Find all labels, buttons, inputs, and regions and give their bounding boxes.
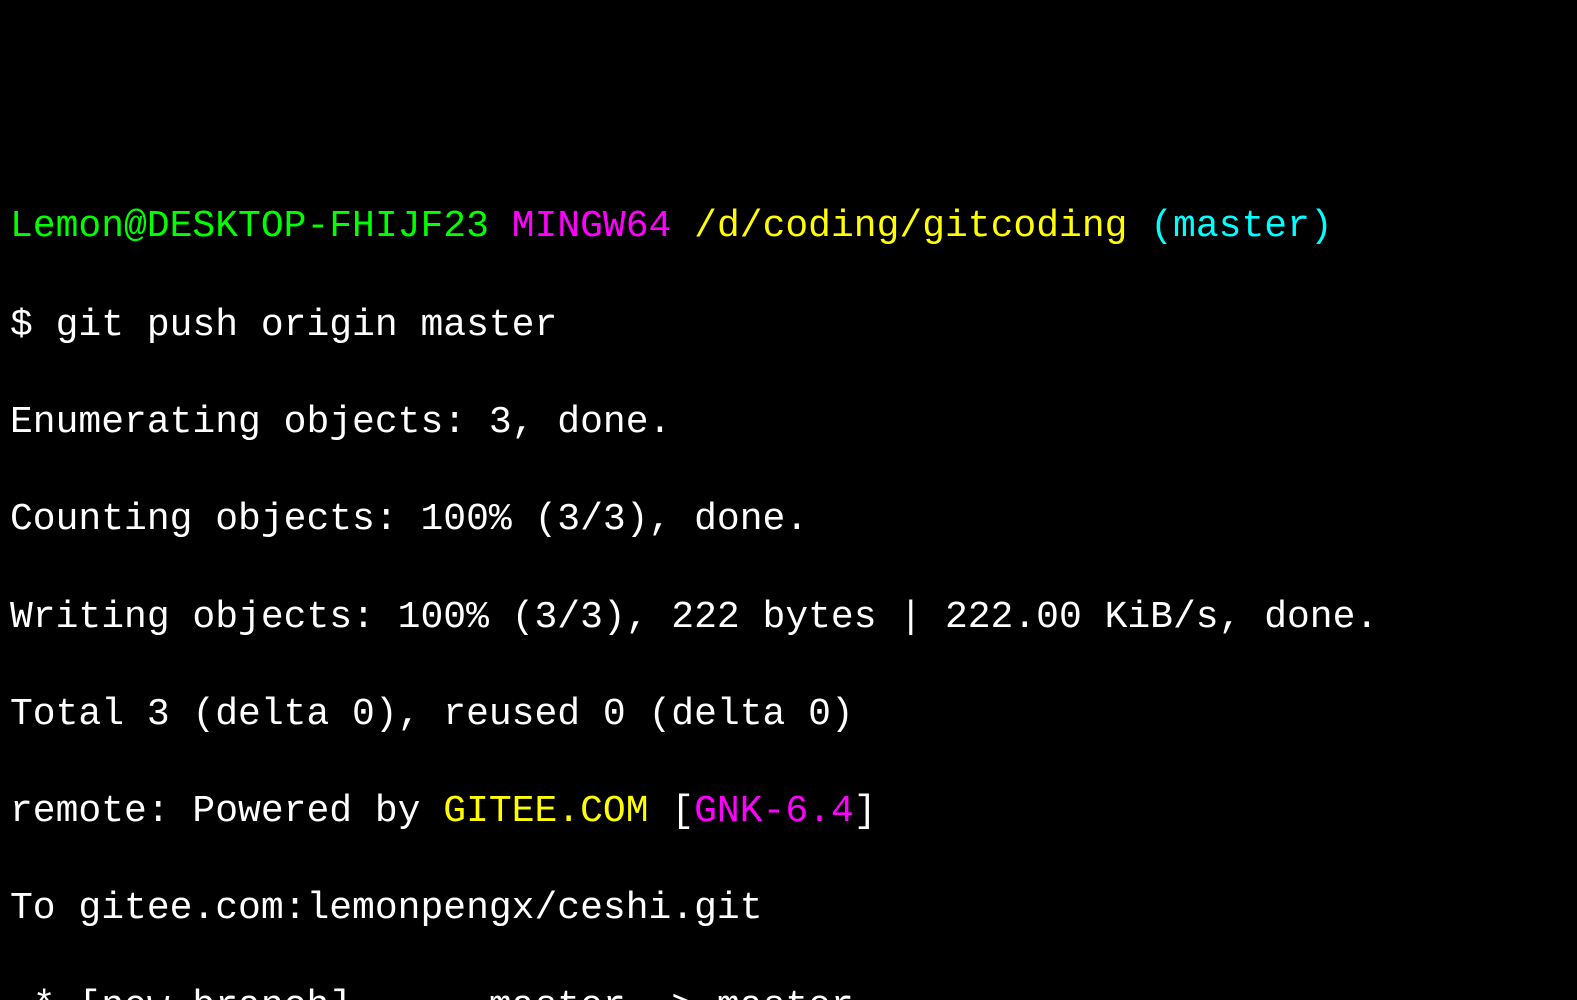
remote-prefix: remote: Powered by [10, 790, 443, 833]
output-line-remote: remote: Powered by GITEE.COM [GNK-6.4] [10, 788, 1567, 837]
command-line[interactable]: $ git push origin master [10, 302, 1567, 351]
prompt-path: /d/coding/gitcoding [694, 205, 1127, 248]
command-text: git push origin master [56, 304, 558, 347]
prompt-separator [489, 205, 512, 248]
remote-site: GITEE.COM [443, 790, 648, 833]
prompt-user-host: Lemon@DESKTOP-FHIJF23 [10, 205, 489, 248]
command-symbol: $ [10, 304, 56, 347]
prompt-separator2 [671, 205, 694, 248]
prompt-line: Lemon@DESKTOP-FHIJF23 MINGW64 /d/coding/… [10, 203, 1567, 252]
prompt-branch: (master) [1150, 205, 1332, 248]
remote-bracket-open: [ [649, 790, 695, 833]
output-line-enumerate: Enumerating objects: 3, done. [10, 399, 1567, 448]
prompt-separator3 [1127, 205, 1150, 248]
prompt-shell: MINGW64 [512, 205, 672, 248]
output-line-to: To gitee.com:lemonpengx/ceshi.git [10, 885, 1567, 934]
output-line-total: Total 3 (delta 0), reused 0 (delta 0) [10, 691, 1567, 740]
output-line-branch: * [new branch] master -> master [10, 983, 1567, 1000]
output-line-writing: Writing objects: 100% (3/3), 222 bytes |… [10, 594, 1567, 643]
remote-bracket-close: ] [854, 790, 877, 833]
remote-version: GNK-6.4 [694, 790, 854, 833]
output-line-counting: Counting objects: 100% (3/3), done. [10, 496, 1567, 545]
